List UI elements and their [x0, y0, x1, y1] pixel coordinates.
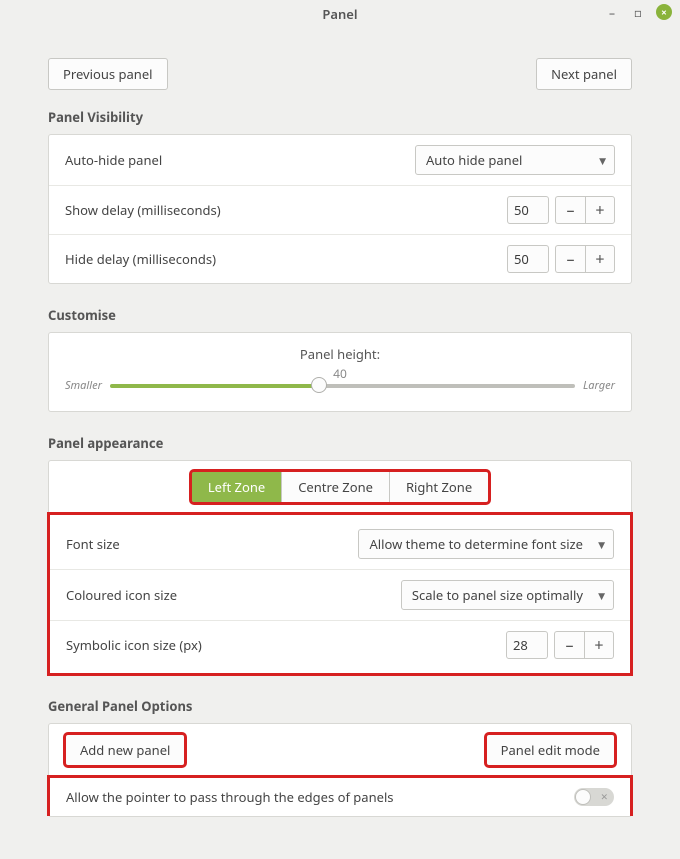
close-button[interactable]: × — [656, 4, 672, 20]
hide-delay-label: Hide delay (milliseconds) — [65, 250, 216, 268]
panel-edit-mode-button[interactable]: Panel edit mode — [486, 734, 615, 766]
next-panel-button[interactable]: Next panel — [536, 58, 632, 90]
appearance-card: Left Zone Centre Zone Right Zone Font si… — [48, 460, 632, 675]
titlebar: Panel – ▫ × — [0, 0, 680, 28]
slider-thumb[interactable] — [311, 377, 327, 393]
font-size-select[interactable]: Allow theme to determine font size ▼ — [358, 529, 614, 559]
chevron-down-icon: ▼ — [598, 538, 605, 551]
window-title: Panel — [322, 5, 357, 23]
general-heading: General Panel Options — [48, 697, 632, 715]
hide-delay-decrement[interactable]: – — [555, 245, 585, 273]
symbolic-icon-label: Symbolic icon size (px) — [66, 636, 202, 654]
autohide-value: Auto hide panel — [426, 151, 522, 169]
chevron-down-icon: ▼ — [599, 154, 606, 167]
coloured-icon-select[interactable]: Scale to panel size optimally ▼ — [401, 580, 614, 610]
toggle-off-icon: ✕ — [600, 790, 608, 803]
customise-heading: Customise — [48, 306, 632, 324]
visibility-card: Auto-hide panel Auto hide panel ▼ Show d… — [48, 134, 632, 284]
add-new-panel-button[interactable]: Add new panel — [65, 734, 185, 766]
show-delay-label: Show delay (milliseconds) — [65, 201, 221, 219]
minimize-button[interactable]: – — [604, 4, 620, 20]
symbolic-icon-input[interactable]: 28 — [506, 631, 548, 659]
tab-left-zone[interactable]: Left Zone — [192, 472, 282, 502]
appearance-heading: Panel appearance — [48, 434, 632, 452]
show-delay-decrement[interactable]: – — [555, 196, 585, 224]
panel-height-slider[interactable] — [110, 384, 575, 388]
customise-card: Panel height: 40 Smaller Larger — [48, 332, 632, 412]
tab-right-zone[interactable]: Right Zone — [390, 472, 488, 502]
hide-delay-spinner: 50 – + — [507, 245, 615, 273]
hide-delay-increment[interactable]: + — [585, 245, 615, 273]
zone-tabs: Left Zone Centre Zone Right Zone — [191, 471, 489, 503]
general-card: Add new panel Panel edit mode Allow the … — [48, 723, 632, 817]
visibility-heading: Panel Visibility — [48, 108, 632, 126]
font-size-value: Allow theme to determine font size — [369, 535, 583, 553]
chevron-down-icon: ▼ — [598, 589, 605, 602]
slider-end-larger: Larger — [583, 378, 615, 393]
symbolic-icon-decrement[interactable]: – — [554, 631, 584, 659]
passthrough-toggle[interactable]: ✕ — [574, 788, 614, 806]
font-size-label: Font size — [66, 535, 120, 553]
show-delay-spinner: 50 – + — [507, 196, 615, 224]
hide-delay-input[interactable]: 50 — [507, 245, 549, 273]
slider-end-smaller: Smaller — [65, 378, 102, 393]
symbolic-icon-spinner: 28 – + — [506, 631, 614, 659]
passthrough-label: Allow the pointer to pass through the ed… — [66, 788, 394, 806]
toggle-knob — [575, 789, 591, 805]
show-delay-increment[interactable]: + — [585, 196, 615, 224]
symbolic-icon-increment[interactable]: + — [584, 631, 614, 659]
panel-nav: Previous panel Next panel — [48, 58, 632, 90]
maximize-button[interactable]: ▫ — [630, 4, 646, 20]
coloured-icon-label: Coloured icon size — [66, 586, 177, 604]
show-delay-input[interactable]: 50 — [507, 196, 549, 224]
tab-centre-zone[interactable]: Centre Zone — [282, 472, 390, 502]
autohide-label: Auto-hide panel — [65, 151, 162, 169]
panel-height-label: Panel height: — [65, 345, 615, 363]
autohide-select[interactable]: Auto hide panel ▼ — [415, 145, 615, 175]
window-controls: – ▫ × — [604, 4, 672, 20]
coloured-icon-value: Scale to panel size optimally — [412, 586, 583, 604]
previous-panel-button[interactable]: Previous panel — [48, 58, 168, 90]
